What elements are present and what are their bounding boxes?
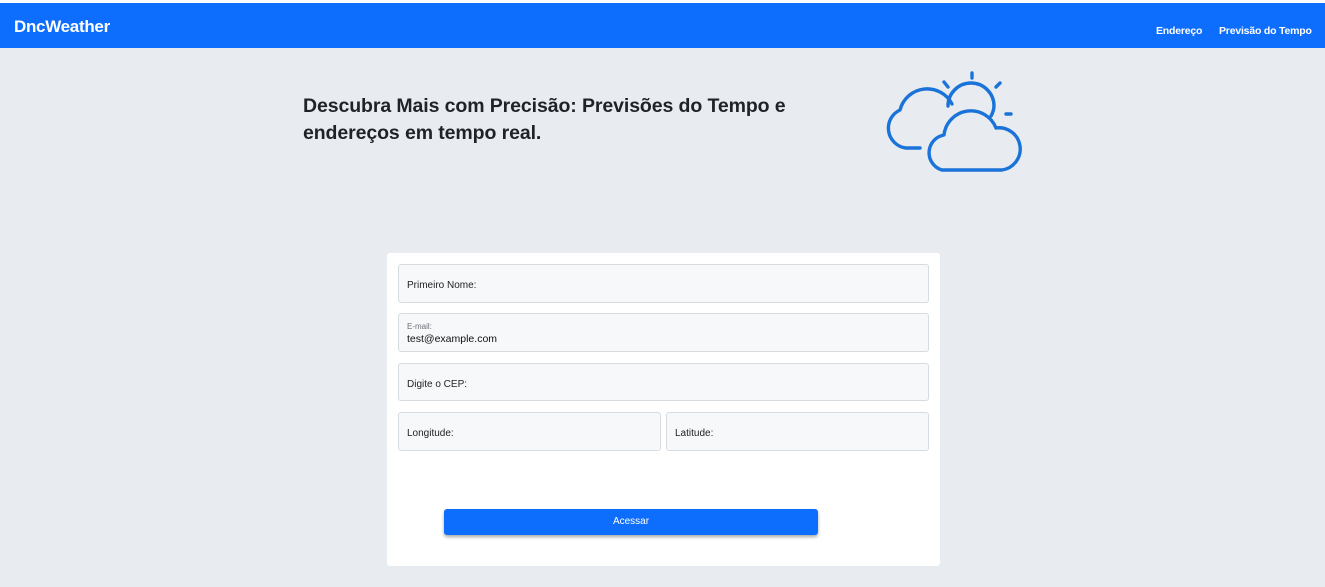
first-name-label: Primeiro Nome: (407, 280, 477, 291)
nav-link-previsao[interactable]: Previsão do Tempo (1219, 25, 1312, 37)
latitude-label: Latitude: (675, 428, 714, 439)
first-name-field[interactable]: Primeiro Nome: (398, 264, 929, 303)
brand-logo[interactable]: DncWeather (14, 17, 110, 37)
latitude-field[interactable]: Latitude: (666, 412, 929, 451)
nav-link-endereco[interactable]: Endereço (1156, 25, 1202, 37)
cep-label: Digite o CEP: (407, 379, 468, 390)
cep-field[interactable]: Digite o CEP: (398, 363, 929, 401)
sun-ray (942, 80, 950, 89)
sun-ray (994, 81, 1002, 89)
partly-cloudy-icon (886, 71, 1022, 172)
email-value: test@example.com (407, 333, 498, 345)
front-cloud (927, 109, 1022, 172)
longitude-label: Longitude: (407, 428, 454, 439)
longitude-field[interactable]: Longitude: (398, 412, 661, 451)
email-label: E-mail: (407, 322, 432, 331)
submit-button[interactable]: Acessar (444, 509, 818, 535)
hero-title: Descubra Mais com Precisão: Previsões do… (303, 95, 786, 144)
navbar: DncWeather Endereço Previsão do Tempo (0, 3, 1325, 48)
email-field[interactable]: E-mail: test@example.com (398, 313, 929, 352)
signup-form: Primeiro Nome: E-mail: test@example.com … (387, 253, 940, 566)
back-cloud (886, 87, 954, 150)
